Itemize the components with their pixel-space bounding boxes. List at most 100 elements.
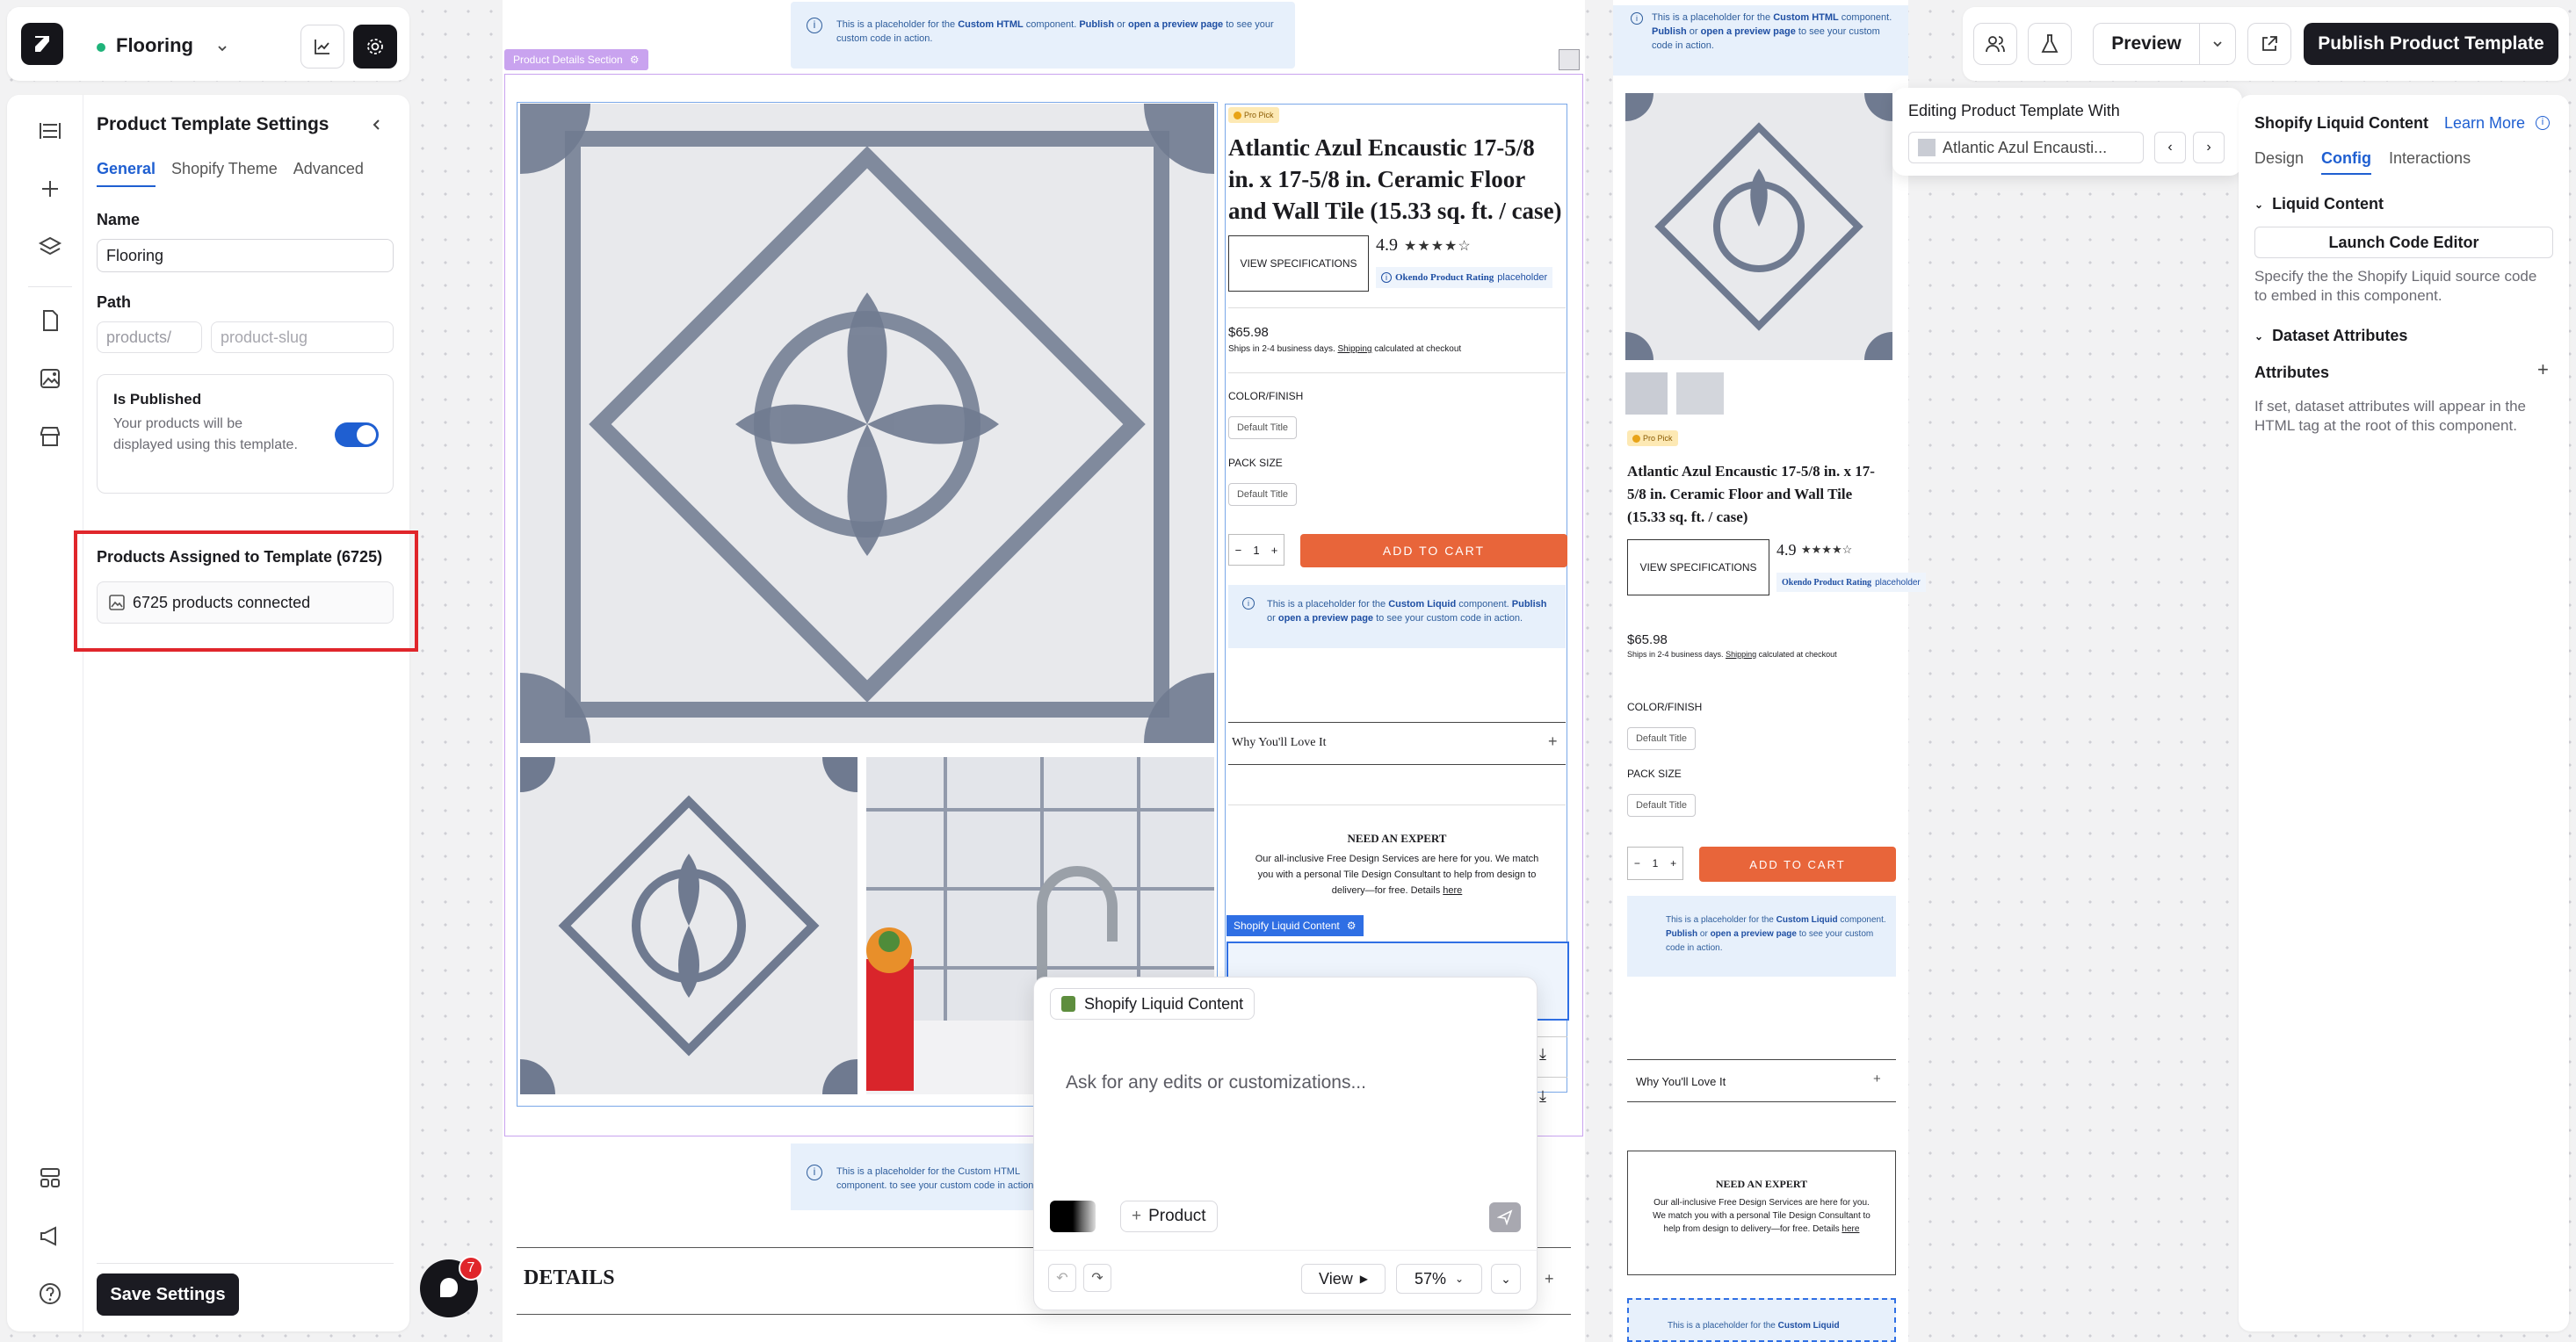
gear-icon[interactable]: ⚙: [630, 54, 640, 66]
why-love-accordion[interactable]: Why You'll Love It: [1232, 736, 1327, 750]
divider: [1228, 764, 1566, 765]
context-chip[interactable]: Shopify Liquid Content: [1050, 988, 1255, 1020]
expand-icon[interactable]: +: [1873, 1071, 1881, 1086]
settings-button[interactable]: [353, 25, 397, 69]
quantity-stepper[interactable]: −1 +: [1228, 534, 1284, 566]
image-icon[interactable]: [28, 357, 72, 400]
published-toggle[interactable]: [335, 422, 379, 447]
preview-qty-stepper[interactable]: −1 +: [1627, 847, 1683, 880]
external-link-icon: [2262, 36, 2277, 51]
undo-button[interactable]: ↶: [1048, 1264, 1076, 1292]
liquid-content-section[interactable]: ⌄ Liquid Content: [2254, 195, 2384, 213]
preview-view-specs[interactable]: VIEW SPECIFICATIONS: [1627, 539, 1769, 595]
launch-code-editor-button[interactable]: Launch Code Editor: [2254, 227, 2553, 258]
tab-advanced[interactable]: Advanced: [293, 160, 364, 187]
tab-design[interactable]: Design: [2254, 149, 2304, 175]
name-label: Name: [97, 211, 141, 228]
layout-icon[interactable]: [28, 109, 72, 153]
live-preview: i This is a placeholder for the Custom H…: [1613, 0, 1926, 1342]
path-slug-input[interactable]: product-slug: [211, 321, 394, 353]
download-icon[interactable]: ⤓: [1539, 1087, 1546, 1106]
increment-button[interactable]: +: [1271, 544, 1278, 557]
learn-more-link[interactable]: Learn More: [2444, 114, 2525, 133]
megaphone-icon[interactable]: [28, 1214, 72, 1258]
ai-prompt-input[interactable]: Ask for any edits or customizations...: [1066, 1072, 1505, 1093]
analytics-button[interactable]: [300, 25, 344, 69]
add-to-cart-button[interactable]: ADD TO CART: [1300, 534, 1567, 567]
expand-icon[interactable]: +: [1545, 1270, 1554, 1288]
save-settings-button[interactable]: Save Settings: [97, 1273, 239, 1316]
section-corner-handle[interactable]: [1559, 49, 1580, 70]
preview-pack-option[interactable]: Default Title: [1627, 794, 1696, 817]
liquid-description: Specify the the Shopify Liquid source co…: [2254, 268, 2537, 304]
name-input[interactable]: Flooring: [97, 239, 394, 272]
published-label: Is Published: [113, 391, 202, 408]
more-button[interactable]: ⌄: [1491, 1264, 1521, 1294]
attributes-description: If set, dataset attributes will appear i…: [2254, 398, 2527, 434]
products-connected-value: 6725 products connected: [133, 593, 311, 611]
zoom-select[interactable]: 57% ⌄: [1396, 1264, 1482, 1294]
preview-button[interactable]: Preview: [2093, 23, 2200, 65]
liquid-content-tag[interactable]: Shopify Liquid Content ⚙: [1226, 915, 1364, 936]
settings-tabs: General Shopify Theme Advanced: [97, 160, 364, 187]
next-product-button[interactable]: ›: [2193, 132, 2225, 163]
product-selector[interactable]: Atlantic Azul Encausti...: [1908, 132, 2144, 163]
tab-shopify-theme[interactable]: Shopify Theme: [171, 160, 278, 187]
store-icon[interactable]: [28, 415, 72, 458]
chat-bubble-button[interactable]: 7: [420, 1256, 483, 1317]
chevron-down-icon: [2213, 41, 2222, 47]
info-icon[interactable]: i: [2536, 116, 2550, 130]
rating-stars: ★★★★☆: [1404, 239, 1472, 254]
preview-color-option[interactable]: Default Title: [1627, 727, 1696, 750]
expert-box: NEED AN EXPERT Our all-inclusive Free De…: [1228, 804, 1566, 910]
download-icon[interactable]: ⤓: [1539, 1045, 1546, 1064]
color-swatch-button[interactable]: [1050, 1201, 1096, 1232]
help-icon[interactable]: [28, 1272, 72, 1316]
collaborators-button[interactable]: [1973, 23, 2017, 65]
divider: [1627, 1101, 1896, 1102]
view-button[interactable]: View ▶: [1301, 1264, 1386, 1294]
add-attribute-button[interactable]: +: [2537, 358, 2549, 381]
product-context-button[interactable]: + Product: [1120, 1201, 1218, 1232]
test-button[interactable]: [2028, 23, 2072, 65]
preview-why-love[interactable]: Why You'll Love It: [1636, 1075, 1726, 1088]
color-option[interactable]: Default Title: [1228, 416, 1297, 439]
preview-thumb-1[interactable]: [1625, 372, 1668, 415]
send-button[interactable]: [1489, 1202, 1521, 1232]
collapse-icon[interactable]: [371, 118, 383, 132]
layers-icon[interactable]: [28, 225, 72, 269]
site-name[interactable]: Flooring: [116, 34, 193, 57]
expand-icon[interactable]: +: [1548, 732, 1558, 751]
chevron-down-icon[interactable]: [216, 44, 228, 53]
page-icon[interactable]: [28, 299, 72, 343]
decrement-button[interactable]: −: [1235, 544, 1242, 557]
prev-product-button[interactable]: ‹: [2154, 132, 2186, 163]
preview-thumb-2[interactable]: [1676, 372, 1724, 415]
send-icon: [1497, 1209, 1513, 1225]
app-logo[interactable]: [21, 23, 63, 65]
tab-general[interactable]: General: [97, 160, 156, 187]
add-icon[interactable]: [28, 167, 72, 211]
product-thumb-1[interactable]: [520, 757, 857, 1094]
chevron-down-icon: ⌄: [2254, 198, 2264, 211]
dataset-section[interactable]: ⌄ Dataset Attributes: [2254, 327, 2407, 345]
preview-add-to-cart[interactable]: ADD TO CART: [1699, 847, 1896, 882]
open-external-button[interactable]: [2247, 23, 2291, 65]
gear-icon[interactable]: ⚙: [1347, 920, 1357, 932]
products-connected[interactable]: 6725 products connected: [97, 581, 394, 624]
section-tag[interactable]: Product Details Section ⚙: [504, 49, 648, 70]
details-heading[interactable]: DETAILS: [524, 1266, 615, 1290]
preview-options-button[interactable]: [2199, 23, 2236, 65]
pack-size-option[interactable]: Default Title: [1228, 483, 1297, 506]
tab-config[interactable]: Config: [2321, 149, 2372, 175]
template-icon[interactable]: [28, 1156, 72, 1200]
preview-rating: 4.9: [1776, 541, 1797, 559]
tab-interactions[interactable]: Interactions: [2389, 149, 2471, 175]
rail-divider: [28, 286, 72, 287]
publish-button[interactable]: Publish Product Template: [2304, 23, 2558, 65]
inspector-panel: Shopify Liquid Content Learn More i Desi…: [2239, 95, 2569, 1331]
redo-button[interactable]: ↷: [1083, 1264, 1111, 1292]
product-main-image[interactable]: [520, 104, 1214, 743]
okendo-rating-placeholder: i Okendo Product Rating placeholder: [1376, 267, 1553, 288]
view-specs-button[interactable]: VIEW SPECIFICATIONS: [1228, 235, 1369, 292]
